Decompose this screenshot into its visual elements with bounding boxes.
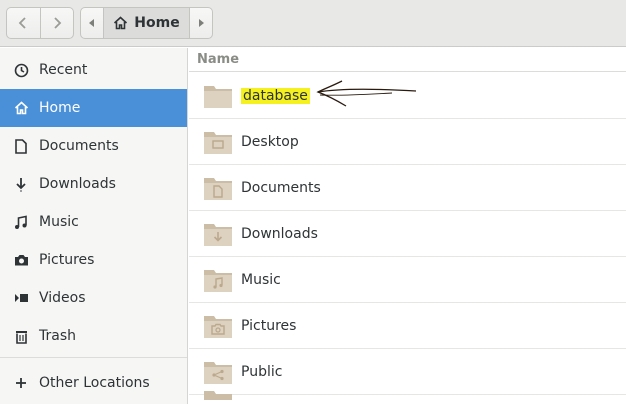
file-name: Music	[241, 271, 281, 288]
path-bar: Home	[80, 7, 213, 39]
sidebar-item-label: Trash	[39, 328, 76, 344]
home-icon	[13, 100, 29, 116]
file-row-music[interactable]: Music	[189, 257, 626, 303]
column-header-label: Name	[197, 52, 240, 67]
folder-icon	[203, 83, 233, 109]
folder-documents-icon	[203, 175, 233, 201]
path-home-button[interactable]: Home	[104, 8, 189, 38]
file-name: database	[241, 87, 310, 104]
plus-icon	[13, 375, 29, 391]
document-icon	[13, 138, 29, 154]
file-name: Downloads	[241, 225, 318, 242]
file-name: Pictures	[241, 317, 297, 334]
folder-downloads-icon	[203, 221, 233, 247]
sidebar-item-pictures[interactable]: Pictures	[0, 241, 187, 279]
path-scroll-right-button[interactable]	[189, 8, 212, 38]
file-name: Documents	[241, 179, 321, 196]
sidebar-item-other-locations[interactable]: Other Locations	[0, 364, 187, 402]
file-row-public[interactable]: Public	[189, 349, 626, 395]
triangle-left-icon	[89, 19, 94, 27]
video-icon	[13, 290, 29, 306]
sidebar-item-trash[interactable]: Trash	[0, 317, 187, 355]
file-row-documents[interactable]: Documents	[189, 165, 626, 211]
download-icon	[13, 176, 29, 192]
sidebar-item-label: Videos	[39, 290, 86, 306]
sidebar-item-label: Downloads	[39, 176, 116, 192]
column-header-name[interactable]: Name	[189, 48, 626, 72]
folder-desktop-icon	[203, 129, 233, 155]
sidebar-item-home[interactable]: Home	[0, 89, 187, 127]
annotation-arrow-icon	[316, 80, 417, 107]
triangle-right-icon	[199, 19, 204, 27]
sidebar-item-music[interactable]: Music	[0, 203, 187, 241]
sidebar-item-label: Music	[39, 214, 79, 230]
chevron-right-icon	[54, 17, 62, 29]
path-home-label: Home	[134, 15, 180, 31]
folder-public-icon	[203, 359, 233, 385]
file-row-pictures[interactable]: Pictures	[189, 303, 626, 349]
chevron-left-icon	[19, 17, 27, 29]
back-button[interactable]	[7, 8, 40, 38]
sidebar-item-label: Pictures	[39, 252, 95, 268]
folder-icon	[203, 388, 233, 404]
sidebar-item-label: Home	[39, 100, 81, 116]
sidebar-item-label: Recent	[39, 62, 88, 78]
file-row-downloads[interactable]: Downloads	[189, 211, 626, 257]
camera-icon	[13, 252, 29, 268]
sidebar-item-label: Other Locations	[39, 375, 150, 391]
file-name: Public	[241, 363, 283, 380]
path-scroll-left-button[interactable]	[81, 8, 104, 38]
file-row-desktop[interactable]: Desktop	[189, 119, 626, 165]
file-row-partial	[189, 391, 626, 404]
forward-button[interactable]	[39, 8, 73, 38]
clock-icon	[13, 62, 29, 78]
folder-pictures-icon	[203, 313, 233, 339]
sidebar-item-recent[interactable]: Recent	[0, 51, 187, 89]
music-icon	[13, 214, 29, 230]
sidebar-item-documents[interactable]: Documents	[0, 127, 187, 165]
sidebar-divider	[0, 357, 187, 358]
folder-music-icon	[203, 267, 233, 293]
file-name: Desktop	[241, 133, 299, 150]
navigation-buttons	[6, 7, 74, 39]
sidebar-item-videos[interactable]: Videos	[0, 279, 187, 317]
sidebar-item-downloads[interactable]: Downloads	[0, 165, 187, 203]
sidebar: Recent Home Documents Downloads Music Pi…	[0, 48, 188, 404]
sidebar-item-label: Documents	[39, 138, 119, 154]
trash-icon	[13, 328, 29, 344]
header-bar: Home	[0, 0, 626, 47]
home-icon	[114, 16, 128, 30]
